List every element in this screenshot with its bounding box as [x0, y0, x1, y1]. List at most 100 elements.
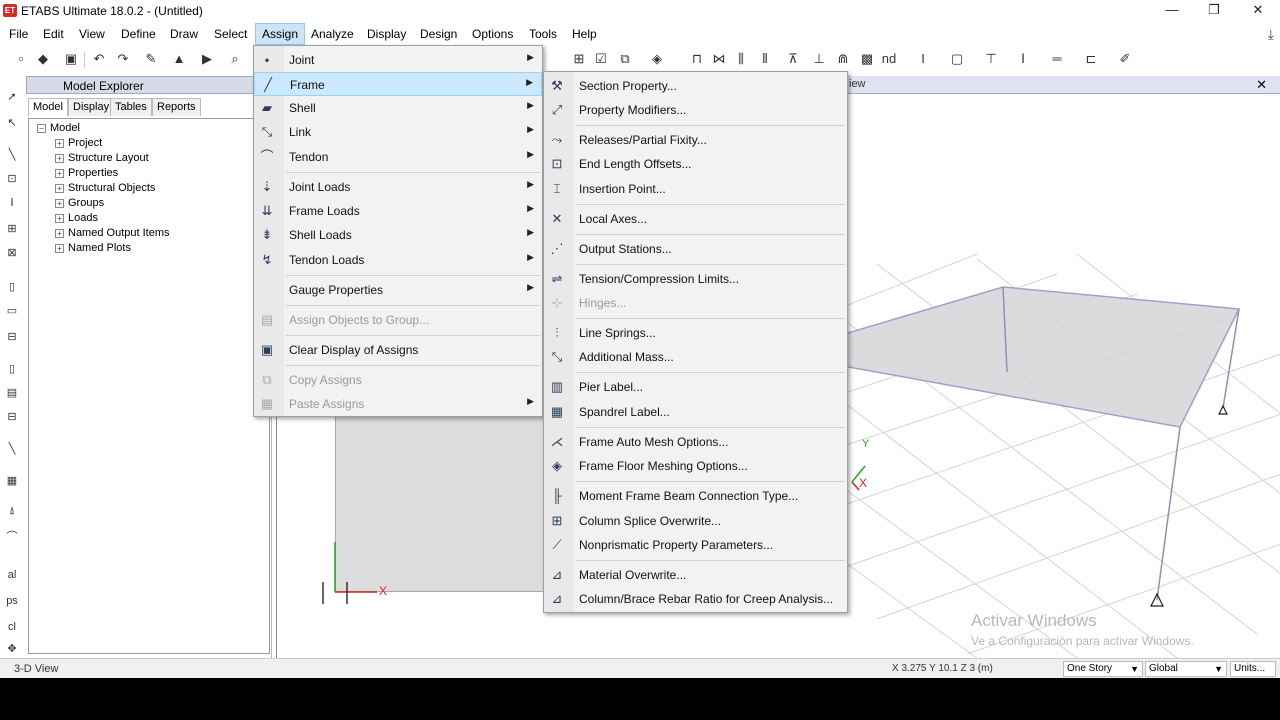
draw-rect-icon[interactable]: ▭: [3, 302, 21, 320]
menu-item-joint-loads[interactable]: ⇣ Joint Loads ▶: [254, 175, 542, 199]
menu-item-frame[interactable]: ╱ Frame ▶: [254, 72, 542, 96]
menu-item-material-overwrite[interactable]: ⊿ Material Overwrite...: [544, 563, 847, 587]
tab-reports[interactable]: Reports: [152, 98, 201, 116]
tree-item-structure-layout[interactable]: + Structure Layout: [55, 151, 149, 165]
layers-icon[interactable]: ⧉: [616, 50, 634, 68]
draw-slab-icon[interactable]: ▤: [3, 384, 21, 402]
tree-item-properties[interactable]: + Properties: [55, 166, 118, 180]
draw-deck-icon[interactable]: ⊟: [3, 408, 21, 426]
menu-file[interactable]: File: [3, 23, 34, 45]
text-cursor-icon[interactable]: I: [914, 50, 932, 68]
select-all-icon[interactable]: al: [3, 566, 21, 584]
close-button[interactable]: ✕: [1238, 1, 1278, 21]
draw-grid-icon[interactable]: ▦: [3, 472, 21, 490]
menu-item-clear-display[interactable]: ▣ Clear Display of Assigns: [254, 338, 542, 362]
close-view-icon[interactable]: ✕: [1256, 77, 1267, 93]
section-icon[interactable]: Ⅰ: [1014, 50, 1032, 68]
menu-item-section-property[interactable]: ⚒ Section Property...: [544, 74, 847, 98]
menu-item-output-stations[interactable]: ⋰ Output Stations...: [544, 237, 847, 261]
menu-item-property-modifiers[interactable]: ⤢ Property Modifiers...: [544, 98, 847, 122]
menu-item-copy-assigns[interactable]: ⧉ Copy Assigns: [254, 368, 542, 392]
menu-analyze[interactable]: Analyze: [305, 23, 360, 45]
wall-view-icon[interactable]: ⫴: [756, 50, 774, 68]
clear-selection-icon[interactable]: cl: [3, 618, 21, 636]
draw-shell-icon[interactable]: ▯: [3, 278, 21, 296]
menu-item-column-splice[interactable]: ⊞ Column Splice Overwrite...: [544, 509, 847, 533]
select-box-icon[interactable]: ▢: [948, 50, 966, 68]
expand-icon[interactable]: +: [55, 153, 64, 163]
tab-display[interactable]: Display: [68, 98, 115, 116]
menu-tools[interactable]: Tools: [523, 23, 563, 45]
expand-icon[interactable]: +: [55, 243, 64, 253]
menu-select[interactable]: Select: [208, 23, 253, 45]
tab-tables[interactable]: Tables: [110, 98, 152, 116]
menu-item-paste-assigns[interactable]: ▦ Paste Assigns ▶: [254, 392, 542, 416]
restore-button[interactable]: ❐: [1194, 1, 1234, 21]
menu-assign[interactable]: Assign: [255, 23, 306, 45]
menu-item-beam-connection-type[interactable]: ╟ Moment Frame Beam Connection Type...: [544, 484, 847, 508]
load-view-icon[interactable]: ⊥: [810, 50, 828, 68]
expand-icon[interactable]: +: [55, 168, 64, 178]
dimension-icon[interactable]: ═: [1048, 50, 1066, 68]
menu-item-spandrel-label[interactable]: ▦ Spandrel Label...: [544, 400, 847, 424]
menu-item-frame-loads[interactable]: ⇊ Frame Loads ▶: [254, 199, 542, 223]
menu-display[interactable]: Display: [361, 23, 412, 45]
expand-icon[interactable]: +: [55, 138, 64, 148]
menu-item-shell-loads[interactable]: ⇟ Shell Loads ▶: [254, 223, 542, 247]
menu-design[interactable]: Design: [414, 23, 463, 45]
menu-options[interactable]: Options: [466, 23, 519, 45]
lock-icon[interactable]: ▲: [170, 50, 188, 68]
pointer-icon[interactable]: ➚: [3, 88, 21, 106]
menu-draw[interactable]: Draw: [164, 23, 204, 45]
check-icon[interactable]: ☑: [592, 50, 610, 68]
expand-icon[interactable]: +: [55, 213, 64, 223]
draw-column-icon[interactable]: Ⅰ: [3, 194, 21, 212]
menu-item-additional-mass[interactable]: ⤡ Additional Mass...: [544, 345, 847, 369]
tree-root[interactable]: − Model: [37, 121, 80, 135]
reshape-icon[interactable]: ↖: [3, 114, 21, 132]
truss-icon[interactable]: ⊼: [784, 50, 802, 68]
pan-icon[interactable]: ✥: [3, 640, 21, 658]
tree-item-structural-objects[interactable]: + Structural Objects: [55, 181, 155, 195]
draw-wall-icon[interactable]: ▯: [3, 360, 21, 378]
draw-beam-icon[interactable]: ⊞: [3, 220, 21, 238]
expand-icon[interactable]: +: [55, 183, 64, 193]
menu-view[interactable]: View: [73, 23, 111, 45]
zoom-icon[interactable]: ⌕: [226, 50, 244, 68]
open-model-icon[interactable]: ◆: [34, 50, 52, 68]
tree-item-groups[interactable]: + Groups: [55, 196, 104, 210]
brace-icon[interactable]: ⋈: [710, 50, 728, 68]
3d-box-icon[interactable]: ◈: [648, 50, 666, 68]
filter-icon[interactable]: ⊤: [982, 50, 1000, 68]
tab-model[interactable]: Model: [28, 98, 68, 116]
draw-opening-icon[interactable]: ⊟: [3, 328, 21, 346]
draw-line-icon[interactable]: ╲: [3, 146, 21, 164]
menu-item-rebar-ratio-creep[interactable]: ⊿ Column/Brace Rebar Ratio for Creep Ana…: [544, 587, 847, 611]
story-dropdown[interactable]: One Story ▼: [1063, 661, 1143, 677]
brush-icon[interactable]: ✐: [1116, 50, 1134, 68]
units-button[interactable]: Units...: [1230, 661, 1276, 677]
spring-icon[interactable]: ⋒: [834, 50, 852, 68]
draw-brace-icon[interactable]: ⊠: [3, 244, 21, 262]
collapse-icon[interactable]: −: [37, 123, 46, 133]
nd-icon[interactable]: nd: [880, 50, 898, 68]
view-tab-title[interactable]: iew: [849, 78, 866, 90]
draw-link-icon[interactable]: ╲: [3, 440, 21, 458]
column-view-icon[interactable]: ⫼: [732, 50, 750, 68]
menu-item-nonprismatic[interactable]: ⟋ Nonprismatic Property Parameters...: [544, 533, 847, 557]
menu-item-assign-to-group[interactable]: ▤ Assign Objects to Group...: [254, 308, 542, 332]
tree-item-project[interactable]: + Project: [55, 136, 102, 150]
menu-define[interactable]: Define: [115, 23, 162, 45]
menu-help[interactable]: Help: [566, 23, 603, 45]
tree-item-named-output-items[interactable]: + Named Output Items: [55, 226, 170, 240]
coord-system-dropdown[interactable]: Global ▼: [1145, 661, 1227, 677]
minimize-button[interactable]: —: [1152, 1, 1192, 21]
shell-view-icon[interactable]: ▩: [858, 50, 876, 68]
menu-item-insertion-point[interactable]: ⌶ Insertion Point...: [544, 177, 847, 201]
tree-item-loads[interactable]: + Loads: [55, 211, 98, 225]
save-icon[interactable]: ▣: [62, 50, 80, 68]
menu-item-tendon[interactable]: ⌒ Tendon ▶: [254, 145, 542, 169]
expand-icon[interactable]: +: [55, 228, 64, 238]
menu-item-local-axes[interactable]: ✕ Local Axes...: [544, 207, 847, 231]
menu-item-line-springs[interactable]: ⫶ Line Springs...: [544, 321, 847, 345]
